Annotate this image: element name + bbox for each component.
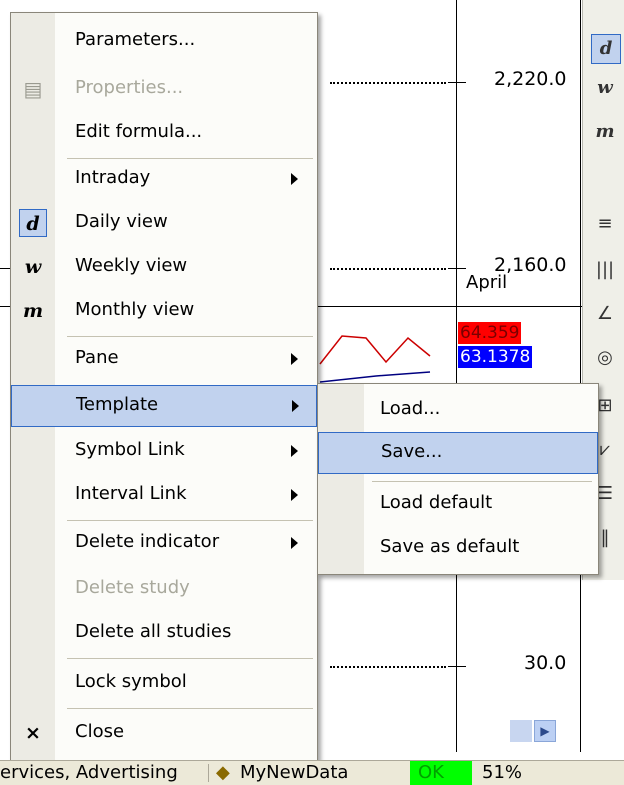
submenu-item-save[interactable]: Save... xyxy=(318,432,598,474)
indicator-lines xyxy=(319,335,431,383)
menu-item-lock-symbol[interactable]: Lock symbol xyxy=(11,663,317,703)
menu-item-label: Properties... xyxy=(75,77,184,98)
menu-item-template[interactable]: Template xyxy=(11,385,317,427)
submenu-separator xyxy=(372,481,592,482)
weekly-icon[interactable]: w xyxy=(591,74,619,102)
menu-item-delete-study: Delete study xyxy=(11,569,317,609)
menu-separator xyxy=(67,708,313,709)
horizontal-lines-icon[interactable]: ≡ xyxy=(591,210,619,238)
menu-item-label: Delete study xyxy=(75,577,190,598)
menu-item-label: Template xyxy=(76,394,159,415)
menu-item-close[interactable]: × Close xyxy=(11,713,317,753)
status-divider xyxy=(208,764,209,782)
submenu-arrow-icon xyxy=(291,445,298,457)
menu-item-label: Delete indicator xyxy=(75,531,220,552)
menu-separator xyxy=(67,336,313,337)
menu-item-label: Monthly view xyxy=(75,299,195,320)
gridline-2220 xyxy=(330,82,446,84)
close-icon: × xyxy=(25,722,41,744)
value-box-red: 64.359 xyxy=(458,322,522,344)
status-percent: 51% xyxy=(482,762,523,783)
menu-item-delete-indicator[interactable]: Delete indicator xyxy=(11,523,317,563)
tick-2160 xyxy=(448,268,466,269)
menu-item-symbol-link[interactable]: Symbol Link xyxy=(11,431,317,471)
menu-item-label: Daily view xyxy=(75,211,168,232)
menu-item-label: Interval Link xyxy=(75,483,187,504)
data-source-icon: ◆ xyxy=(216,762,230,783)
daily-icon[interactable]: d xyxy=(591,34,621,64)
status-data-source: MyNewData xyxy=(240,762,349,783)
menu-item-label: Weekly view xyxy=(75,255,188,276)
submenu-item-load-default[interactable]: Load default xyxy=(318,484,598,524)
tick-30 xyxy=(448,666,466,667)
gridline-30 xyxy=(330,666,446,668)
trendline-icon[interactable]: ∠ xyxy=(591,300,619,328)
menu-separator xyxy=(67,658,313,659)
menu-item-delete-all-studies[interactable]: Delete all studies xyxy=(11,613,317,653)
menu-item-label: Close xyxy=(75,721,125,742)
submenu-item-label: Load default xyxy=(380,492,493,513)
gridline-2160 xyxy=(330,268,446,270)
value-box-blue: 63.1378 xyxy=(458,346,533,368)
menu-item-label: Delete all studies xyxy=(75,621,232,642)
menu-item-label: Lock symbol xyxy=(75,671,187,692)
red-indicator-line xyxy=(319,335,431,365)
status-state: OK xyxy=(418,762,444,783)
tick-2220 xyxy=(448,82,466,83)
price-label-30: 30.0 xyxy=(524,652,567,674)
context-menu: Parameters... ▤ Properties... Edit formu… xyxy=(10,12,318,761)
submenu-arrow-icon xyxy=(291,173,298,185)
submenu-arrow-icon xyxy=(291,537,298,549)
menu-item-properties: ▤ Properties... xyxy=(11,69,317,109)
chart-vertical-line xyxy=(456,0,457,752)
menu-separator xyxy=(67,520,313,521)
menu-item-interval-link[interactable]: Interval Link xyxy=(11,475,317,515)
weekly-view-icon: w xyxy=(24,256,42,278)
scroll-thumb[interactable] xyxy=(510,720,532,742)
menu-item-label: Symbol Link xyxy=(75,439,185,460)
menu-item-label: Intraday xyxy=(75,167,151,188)
price-axis-divider xyxy=(580,0,581,752)
menu-item-daily-view[interactable]: d Daily view xyxy=(11,203,317,243)
submenu-arrow-icon xyxy=(291,353,298,365)
submenu-item-load[interactable]: Load... xyxy=(318,390,598,430)
submenu-arrow-icon xyxy=(291,489,298,501)
vertical-lines-icon[interactable]: ||| xyxy=(591,256,619,284)
menu-item-intraday[interactable]: Intraday xyxy=(11,159,317,199)
horizontal-scrollbar[interactable]: ▶ xyxy=(510,720,558,742)
status-sector: ervices, Advertising xyxy=(0,762,178,783)
month-label: April xyxy=(466,272,508,293)
menu-item-weekly-view[interactable]: w Weekly view xyxy=(11,247,317,287)
menu-item-edit-formula[interactable]: Edit formula... xyxy=(11,113,317,153)
submenu-item-label: Load... xyxy=(380,398,441,419)
submenu-item-label: Save... xyxy=(381,441,443,462)
arcs-icon[interactable]: ◎ xyxy=(591,344,619,372)
blue-indicator-line xyxy=(319,371,431,383)
menu-item-label: Pane xyxy=(75,347,119,368)
template-submenu: Load... Save... Load default Save as def… xyxy=(317,383,599,575)
monthly-icon[interactable]: m xyxy=(591,118,619,146)
menu-item-parameters[interactable]: Parameters... xyxy=(11,21,317,61)
monthly-view-icon: m xyxy=(22,300,44,322)
menu-item-pane[interactable]: Pane xyxy=(11,339,317,379)
menu-item-monthly-view[interactable]: m Monthly view xyxy=(11,291,317,331)
status-bar: ervices, Advertising ◆ MyNewData OK 51% xyxy=(0,760,624,785)
menu-item-label: Parameters... xyxy=(75,29,196,50)
scroll-right-arrow-icon[interactable]: ▶ xyxy=(534,720,556,742)
submenu-arrow-icon xyxy=(292,400,299,412)
submenu-item-label: Save as default xyxy=(380,536,520,557)
menu-item-label: Edit formula... xyxy=(75,121,203,142)
properties-icon: ▤ xyxy=(23,77,43,101)
price-label-2220: 2,220.0 xyxy=(494,68,567,90)
daily-view-icon: d xyxy=(19,209,47,237)
submenu-item-save-as-default[interactable]: Save as default xyxy=(318,528,598,568)
